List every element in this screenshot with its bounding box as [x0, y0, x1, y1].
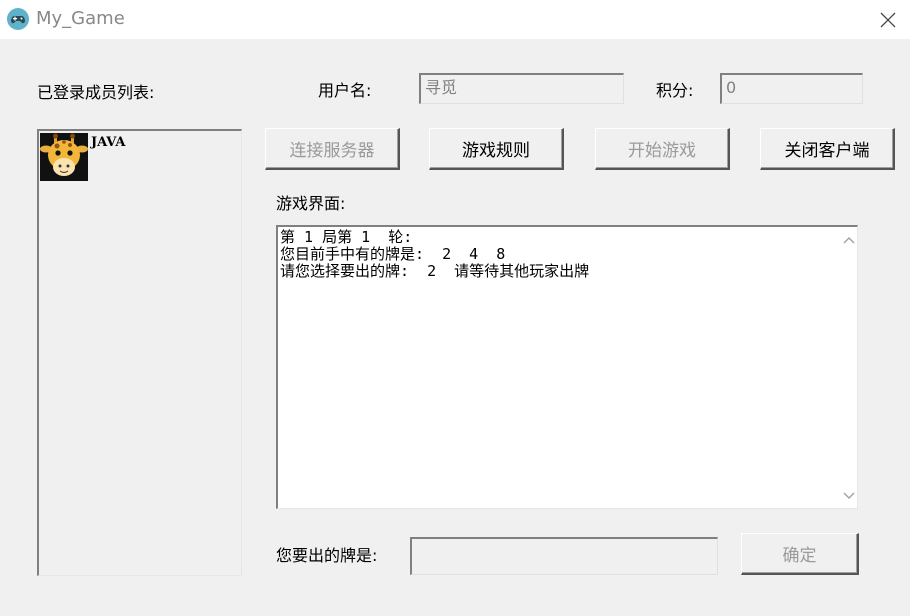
members-label: 已登录成员列表: [37, 83, 155, 102]
member-list[interactable]: JAVA [37, 129, 242, 576]
window-title: My_Game [36, 8, 125, 29]
score-label: 积分: [656, 81, 694, 100]
member-name: JAVA [91, 135, 126, 150]
game-text-area[interactable]: 第 1 局第 1 轮: 您目前手中有的牌是: 2 4 8 请您选择要出的牌: 2… [276, 225, 858, 509]
card-prompt-label: 您要出的牌是: [276, 546, 378, 565]
game-log-text: 第 1 局第 1 轮: 您目前手中有的牌是: 2 4 8 请您选择要出的牌: 2… [280, 228, 590, 280]
giraffe-avatar [40, 133, 88, 181]
gamepad-icon [6, 7, 30, 31]
close-icon[interactable] [879, 11, 897, 29]
username-label: 用户名: [318, 81, 372, 100]
list-item[interactable]: JAVA [40, 133, 125, 183]
start-game-button[interactable]: 开始游戏 [595, 128, 730, 170]
username-field[interactable]: 寻觅 [419, 73, 624, 104]
score-field[interactable]: 0 [720, 73, 863, 104]
connect-server-button[interactable]: 连接服务器 [265, 128, 400, 170]
card-input[interactable] [410, 537, 718, 575]
chevron-up-icon[interactable] [840, 231, 857, 248]
close-window-button[interactable] [866, 0, 910, 39]
game-rules-button[interactable]: 游戏规则 [429, 128, 564, 170]
title-bar: My_Game [0, 0, 910, 39]
game-area-label: 游戏界面: [276, 194, 346, 213]
close-client-button[interactable]: 关闭客户端 [760, 128, 895, 170]
chevron-down-icon[interactable] [840, 487, 857, 504]
vertical-scrollbar[interactable] [840, 227, 857, 508]
confirm-button[interactable]: 确定 [741, 533, 859, 575]
